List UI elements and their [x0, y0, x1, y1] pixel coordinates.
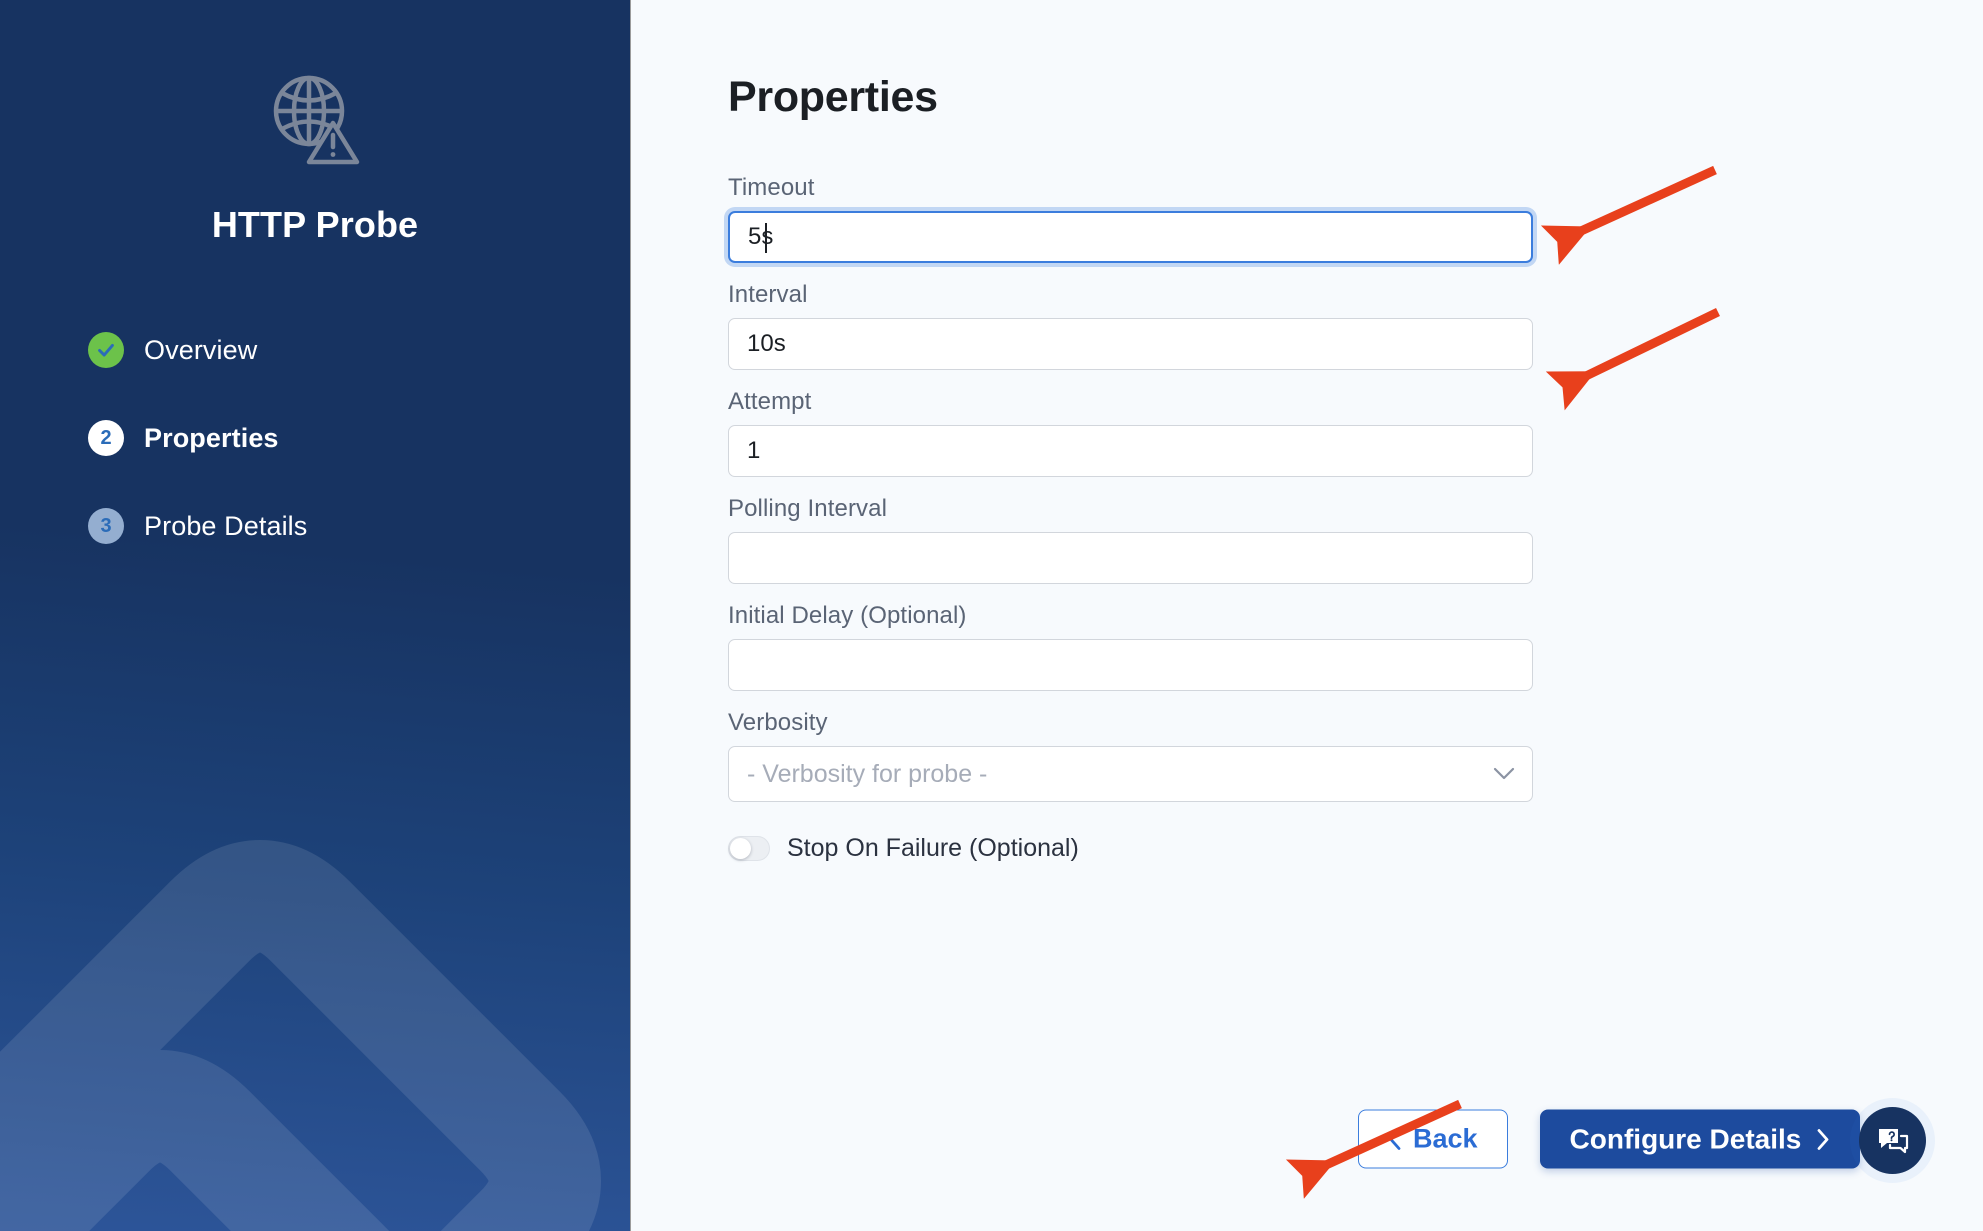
sidebar-step-probe-details[interactable]: 3 Probe Details — [88, 504, 630, 548]
field-label-attempt: Attempt — [728, 388, 812, 415]
wizard-actions: Back Configure Details — [1358, 1109, 1861, 1169]
step-number-badge-3: 3 — [88, 508, 124, 544]
field-polling-interval: Polling Interval — [728, 495, 1533, 584]
field-attempt: Attempt — [728, 388, 1533, 477]
configure-details-button-label: Configure Details — [1569, 1123, 1802, 1154]
field-label-verbosity: Verbosity — [728, 709, 828, 736]
page-title: Properties — [728, 73, 938, 121]
field-label-timeout: Timeout — [728, 174, 815, 201]
polling-interval-input[interactable] — [728, 532, 1533, 584]
attempt-input[interactable] — [728, 425, 1533, 477]
step-number-badge-2: 2 — [88, 420, 124, 456]
field-label-initial-delay: Initial Delay (Optional) — [728, 602, 967, 629]
sidebar-step-label-properties: Properties — [144, 422, 279, 453]
timeout-input-wrap — [728, 211, 1533, 263]
back-button-label: Back — [1413, 1123, 1478, 1154]
stop-on-failure-label: Stop On Failure (Optional) — [787, 834, 1079, 862]
stop-on-failure-toggle[interactable] — [728, 836, 770, 861]
globe-warning-icon — [273, 75, 360, 165]
toggle-knob — [730, 838, 751, 859]
help-chat-button[interactable] — [1859, 1107, 1926, 1174]
sidebar-step-overview[interactable]: Overview — [88, 328, 630, 372]
text-caret — [765, 223, 767, 253]
properties-form: Timeout Interval Attempt Polling Interva… — [728, 174, 1533, 863]
properties-panel: Properties Timeout Interval Attempt — [630, 0, 1983, 1231]
field-timeout: Timeout — [728, 174, 1533, 263]
probe-title: HTTP Probe — [211, 204, 419, 245]
chevron-right-icon — [1817, 1128, 1829, 1150]
configure-details-button[interactable]: Configure Details — [1539, 1109, 1861, 1169]
field-label-polling-interval: Polling Interval — [728, 495, 888, 522]
wizard-sidebar: HTTP Probe Overview 2 Properties 3 Probe… — [0, 0, 630, 1231]
check-icon — [98, 343, 114, 357]
verbosity-selected-value: - Verbosity for probe - — [747, 759, 988, 788]
step-status-badge-done — [88, 332, 124, 368]
back-button[interactable]: Back — [1358, 1109, 1508, 1169]
timeout-input[interactable] — [728, 211, 1533, 263]
stop-on-failure-row: Stop On Failure (Optional) — [728, 834, 1533, 863]
verbosity-select[interactable]: - Verbosity for probe - — [728, 746, 1533, 802]
field-initial-delay: Initial Delay (Optional) — [728, 602, 1533, 691]
chevron-left-icon — [1389, 1128, 1401, 1150]
field-verbosity: Verbosity - Verbosity for probe - — [728, 709, 1533, 802]
sidebar-step-label-overview: Overview — [144, 334, 258, 365]
sidebar-step-label-probe-details: Probe Details — [144, 510, 308, 541]
chat-question-icon — [1878, 1128, 1908, 1153]
wizard-steps: Overview 2 Properties 3 Probe Details — [0, 328, 630, 548]
brand-watermark-logo — [0, 840, 601, 1231]
sidebar-content: HTTP Probe Overview 2 Properties 3 Probe… — [0, 0, 630, 548]
field-interval: Interval — [728, 281, 1533, 370]
field-label-interval: Interval — [728, 281, 808, 308]
initial-delay-input[interactable] — [728, 639, 1533, 691]
verbosity-select-wrap: - Verbosity for probe - — [728, 746, 1533, 802]
probe-wizard-page: HTTP Probe Overview 2 Properties 3 Probe… — [0, 0, 1983, 1231]
sidebar-step-properties[interactable]: 2 Properties — [88, 416, 630, 460]
interval-input[interactable] — [728, 318, 1533, 370]
